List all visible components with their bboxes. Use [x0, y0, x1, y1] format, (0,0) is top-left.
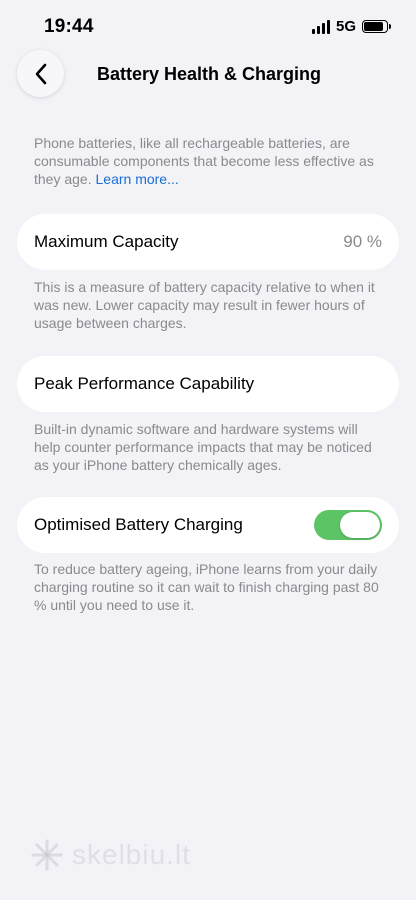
status-bar: 19:44 5G [0, 0, 416, 54]
learn-more-link[interactable]: Learn more... [96, 171, 179, 187]
watermark-text: skelbiu.lt [72, 839, 191, 870]
peak-performance-footnote: Built-in dynamic software and hardware s… [34, 421, 372, 473]
optimised-charging-row: Optimised Battery Charging [17, 497, 399, 553]
nav-bar: Battery Health & Charging [0, 50, 416, 100]
page-title: Battery Health & Charging [97, 64, 322, 84]
toggle-knob [340, 512, 380, 538]
maximum-capacity-label: Maximum Capacity [34, 232, 179, 251]
maximum-capacity-row: Maximum Capacity 90 % [17, 214, 399, 270]
optimised-charging-label: Optimised Battery Charging [34, 515, 243, 534]
battery-icon [362, 20, 391, 33]
intro-text: Phone batteries, like all rechargeable b… [34, 134, 384, 188]
optimised-charging-footnote: To reduce battery ageing, iPhone learns … [34, 561, 379, 613]
status-time: 19:44 [44, 16, 94, 37]
network-type: 5G [335, 18, 356, 35]
intro-body: Phone batteries, like all rechargeable b… [34, 135, 374, 187]
maximum-capacity-footnote: This is a measure of battery capacity re… [34, 279, 375, 331]
signal-bars-icon [311, 19, 330, 34]
status-indicators: 5G [311, 18, 391, 35]
maximum-capacity-value: 90 % [343, 232, 382, 251]
watermark: skelbiu.lt [30, 838, 191, 872]
peak-performance-row[interactable]: Peak Performance Capability [17, 356, 399, 412]
chevron-left-icon [35, 63, 46, 84]
watermark-logo-icon [31, 839, 63, 871]
back-button[interactable] [17, 50, 64, 97]
optimised-charging-toggle[interactable] [314, 510, 382, 540]
peak-performance-label: Peak Performance Capability [34, 374, 255, 393]
